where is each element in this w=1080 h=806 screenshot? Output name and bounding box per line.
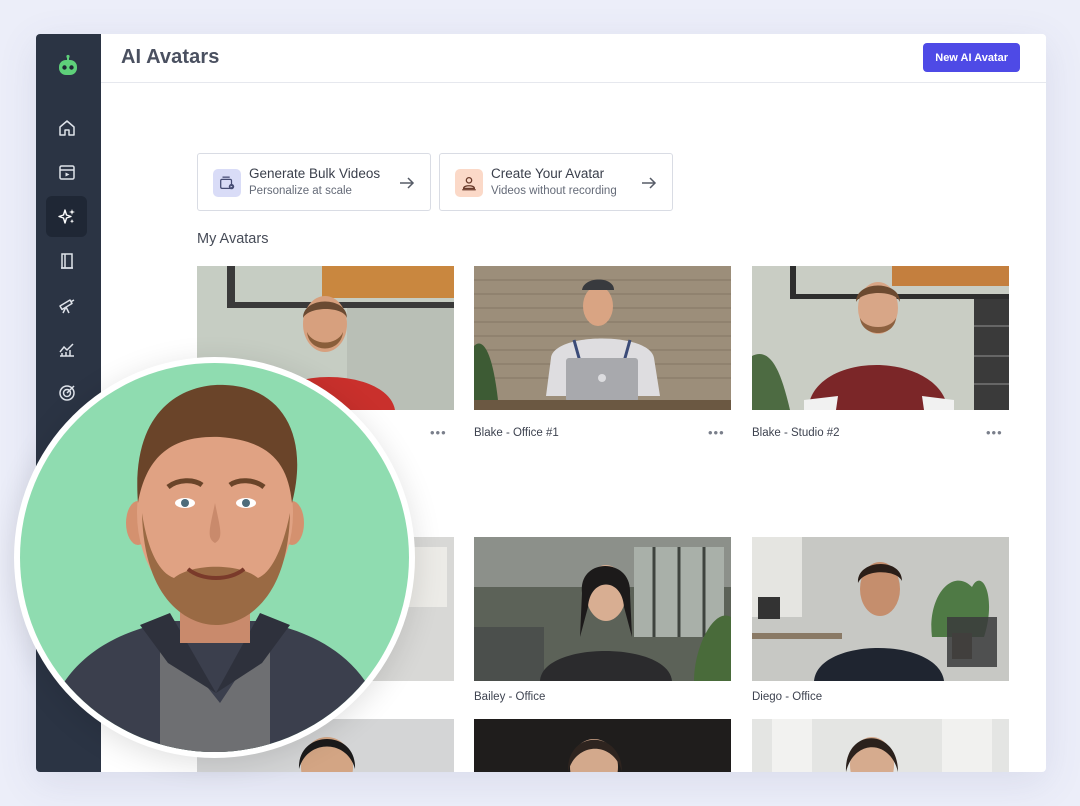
avatar-thumbnail[interactable]: [752, 266, 1009, 410]
card-title: Generate Bulk Videos: [249, 166, 381, 181]
home-icon: [58, 119, 75, 136]
avatar-thumbnail[interactable]: [752, 719, 1009, 772]
avatar-thumbnail[interactable]: [474, 266, 731, 410]
create-your-avatar-card[interactable]: Create Your Avatar Videos without record…: [439, 153, 673, 211]
avatar-name: Blake - Studio #2: [752, 427, 840, 439]
nav-ai-avatars[interactable]: [46, 196, 87, 237]
analytics-icon: [58, 342, 74, 357]
telescope-icon: [58, 298, 74, 313]
nav-home[interactable]: [46, 107, 87, 148]
avatar-name: Blake - Office #1: [474, 427, 559, 439]
card-subtitle: Videos without recording: [491, 185, 617, 197]
book-icon: [60, 252, 73, 269]
avatar-name: Diego - Office: [752, 691, 823, 703]
video-library-icon: [58, 164, 75, 180]
nav-analytics[interactable]: [46, 328, 87, 369]
nav-discover[interactable]: [46, 284, 87, 325]
more-options-button[interactable]: •••: [986, 425, 1003, 440]
bulk-video-icon: [213, 169, 241, 197]
page-title: AI Avatars: [121, 46, 220, 68]
my-avatars-heading: My Avatars: [197, 231, 269, 247]
avatar-thumbnail[interactable]: [474, 719, 731, 772]
top-bar: AI Avatars New AI Avatar: [101, 34, 1046, 83]
arrow-right-icon: [400, 177, 415, 189]
more-options-button[interactable]: •••: [430, 425, 447, 440]
avatar-name: Bailey - Office: [474, 691, 546, 703]
featured-avatar-portrait: [14, 357, 415, 758]
card-subtitle: Personalize at scale: [249, 185, 352, 197]
nav-library[interactable]: [46, 240, 87, 281]
create-avatar-icon: [455, 169, 483, 197]
avatar-thumbnail[interactable]: [474, 537, 731, 681]
new-ai-avatar-button[interactable]: New AI Avatar: [923, 43, 1020, 72]
generate-bulk-videos-card[interactable]: Generate Bulk Videos Personalize at scal…: [197, 153, 431, 211]
card-title: Create Your Avatar: [491, 166, 605, 181]
arrow-right-icon: [642, 177, 657, 189]
nav-videos[interactable]: [46, 151, 87, 192]
target-icon: [58, 384, 75, 401]
robot-logo-icon[interactable]: [56, 54, 80, 78]
more-options-button[interactable]: •••: [708, 425, 725, 440]
avatar-thumbnail[interactable]: [752, 537, 1009, 681]
sparkles-icon: [57, 208, 75, 224]
